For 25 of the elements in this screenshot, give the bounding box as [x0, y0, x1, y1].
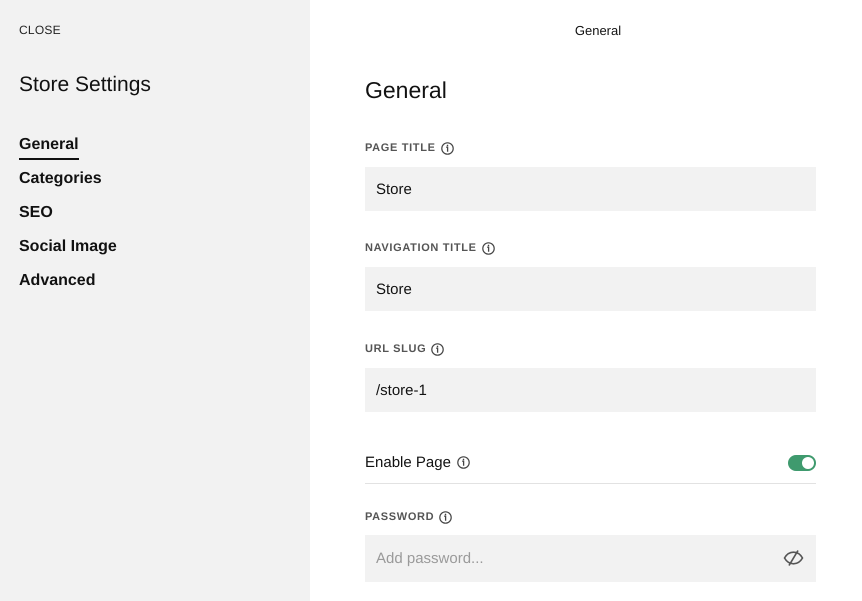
nav-item[interactable]: Categories [19, 169, 102, 194]
password-field[interactable]: Add password... [365, 535, 816, 582]
nav-item[interactable]: Advanced [19, 271, 96, 296]
text-field[interactable]: Store [365, 267, 816, 311]
nav-item[interactable]: Social Image [19, 237, 117, 262]
info-icon[interactable] [439, 510, 452, 524]
text-field[interactable]: /store-1 [365, 368, 816, 412]
eye-slash-icon[interactable] [783, 549, 804, 567]
info-icon[interactable] [440, 142, 454, 154]
field-label: URL SLUG [365, 342, 426, 357]
sidebar-title: Store Settings [19, 72, 151, 98]
text-field[interactable]: Store [365, 167, 816, 211]
field-label: PAGE TITLE [365, 141, 436, 156]
nav-item[interactable]: SEO [19, 203, 53, 228]
header-title: General [574, 22, 622, 40]
toggle-label: Enable Page [365, 452, 451, 472]
nav-item[interactable]: General [19, 135, 79, 160]
panel-heading: General [365, 76, 448, 104]
field-label: NAVIGATION TITLE [365, 241, 477, 256]
info-icon[interactable] [482, 242, 495, 254]
field-label: PASSWORD [365, 510, 434, 525]
toggle-switch[interactable] [788, 454, 816, 470]
info-icon[interactable] [431, 342, 444, 356]
info-icon[interactable] [456, 456, 470, 469]
close-button[interactable]: CLOSE [19, 22, 61, 38]
